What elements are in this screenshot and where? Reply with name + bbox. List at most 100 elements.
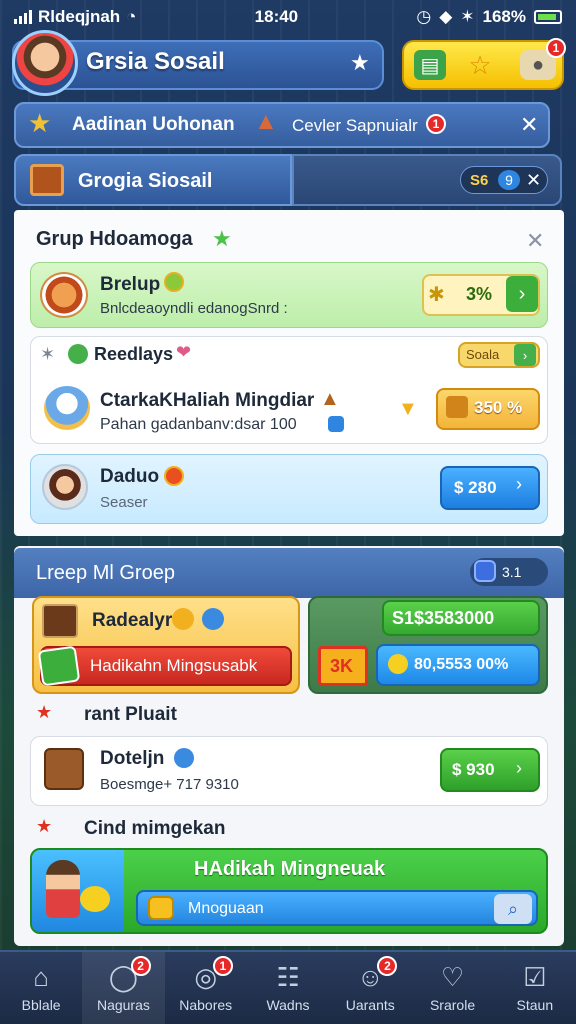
info-icon <box>328 416 344 432</box>
nav-label: Nabores <box>179 997 233 1013</box>
chevron-right-icon: › <box>516 474 522 494</box>
favorite-star-icon[interactable]: ★ <box>350 50 370 76</box>
nav-item-chat[interactable]: ◯ Naguras 2 <box>82 952 165 1024</box>
nav-item-games[interactable]: ◎ Nabores 1 <box>165 952 247 1024</box>
checklist-icon: ☑ <box>523 962 547 992</box>
group-counter-1: S6 <box>470 172 489 189</box>
status-left: Rldeqjnah ◔ <box>14 7 136 27</box>
section-star-icon: ★ <box>36 702 53 722</box>
lower-panel-title: Lreep Ml Groep <box>36 562 175 584</box>
nav-label: Uarants <box>345 997 395 1013</box>
status-time: 18:40 <box>254 7 299 26</box>
coin-stack-icon <box>148 896 174 920</box>
gift-card-title: HAdikah Mingneuak <box>194 858 386 880</box>
close-icon[interactable]: ✕ <box>526 228 544 254</box>
section-label-2: Cind mimgekan <box>84 818 226 839</box>
card3-subtitle: Seaser <box>100 494 148 511</box>
card1-value: 3% <box>466 284 493 304</box>
card1-subtitle: Bnlcdeaoyndli edanogSnrd : <box>100 300 288 317</box>
nav-label: Staun <box>516 997 554 1013</box>
barrel-icon <box>44 748 84 790</box>
trophy-icon: ★ <box>28 108 52 138</box>
offer-orange-title: Radealyr <box>92 610 173 631</box>
ticket-icon <box>37 645 81 687</box>
card1-title: Brelup <box>100 274 161 295</box>
character-avatar <box>46 860 80 918</box>
card2-subtitle: Pahan gadanbanv:dsar 100 <box>100 416 297 433</box>
chest-icon <box>446 396 468 418</box>
card3-value: $ 280 <box>454 478 497 497</box>
chest-icon: ▲ <box>254 108 278 135</box>
store-icon[interactable]: ▤ <box>414 50 446 80</box>
card4-subtitle: Boesmge+ 717 9310 <box>100 776 239 793</box>
bottom-nav: ⌂ Bblale ◯ Naguras 2 ◎ Nabores 1 ☷ Wadns… <box>0 950 576 1024</box>
star-reward-icon[interactable]: ☆ <box>464 50 496 80</box>
group-tab-label: Grogia Siosail <box>78 170 213 192</box>
arrow-down-icon: ▼ <box>398 398 418 420</box>
status-dot-icon <box>68 344 88 364</box>
header-title: Grsia Sosail <box>86 48 225 75</box>
star-icon: ★ <box>212 226 232 251</box>
nav-label: Srarole <box>429 997 476 1013</box>
nav-item-favorites[interactable]: ♡ Srarole <box>411 952 493 1024</box>
group-counter-2: 9 <box>498 170 520 190</box>
duck-icon <box>80 886 110 912</box>
nav-item-group[interactable]: ☺ Uarants 2 <box>329 952 411 1024</box>
nav-item-home[interactable]: ⌂ Bblale <box>0 952 82 1024</box>
offer-green-top-value: S1$3583000 <box>392 608 495 628</box>
nav-item-grid[interactable]: ☷ Wadns <box>247 952 329 1024</box>
card2-title: CtarkaKHaliah Mingdiar <box>100 390 315 411</box>
mascot-avatar <box>44 386 90 430</box>
notification-badge: 1 <box>546 38 566 58</box>
ball-icon <box>164 466 184 486</box>
card4-title: Doteljn <box>100 748 165 769</box>
chevron-right-icon[interactable]: › <box>514 344 536 366</box>
gift-search-text: Mnoguaan <box>188 900 264 917</box>
section-star-icon: ★ <box>36 816 53 836</box>
section-label-1: rant Pluait <box>84 704 177 725</box>
heart-icon: ♡ <box>440 962 465 992</box>
food-icon <box>40 272 88 318</box>
nav-notif-badge: 1 <box>212 956 233 976</box>
close-icon[interactable]: ✕ <box>526 170 541 191</box>
shield-icon: ◆ <box>439 7 453 26</box>
basket-icon: ▲ <box>320 388 340 410</box>
settings-icon: ✶ <box>40 344 56 364</box>
status-bar: Rldeqjnah ◔ 18:40 ◷ ◆ ✶ 168% <box>0 0 576 34</box>
nav-label: Naguras <box>96 997 150 1013</box>
card2-badge-label: Soala <box>466 347 500 362</box>
panel-title: Grup Hdoamoga <box>36 228 193 250</box>
nav-label: Bblale <box>21 997 61 1013</box>
search-icon[interactable]: ⌕ <box>494 894 532 924</box>
gem-count: 3.1 <box>502 564 522 580</box>
globe-icon <box>202 608 224 630</box>
building-icon <box>42 604 78 638</box>
ball-icon <box>164 272 184 292</box>
status-right: ◷ ◆ ✶ 168% <box>416 7 562 27</box>
bluetooth-icon: ✶ <box>460 7 475 26</box>
quest-right-label: Cevler Sapnuialr <box>292 116 418 135</box>
signal-icon <box>14 10 32 24</box>
card2-value: 350 % <box>474 398 523 417</box>
nav-item-tasks[interactable]: ☑ Staun <box>494 952 576 1024</box>
nav-notif-badge: 2 <box>377 956 398 976</box>
quest-left-label: Aadinan Uohonan <box>72 114 235 135</box>
medal-icon <box>388 654 408 674</box>
coin-icon <box>172 608 194 630</box>
gem-icon <box>474 560 496 582</box>
offer-red-label: Hadikahn Mingsusabk <box>90 656 258 675</box>
offer-green-bottom-value: 80,5553 00% <box>414 656 509 673</box>
group-crest-icon <box>30 164 64 196</box>
globe-icon <box>174 748 194 768</box>
chevron-right-icon[interactable]: › <box>506 276 538 312</box>
card2-label: Reedlays <box>94 344 174 364</box>
grid-icon: ☷ <box>276 962 300 992</box>
quest-notif-badge: 1 <box>426 114 446 134</box>
card4-value: $ 930 <box>452 760 495 779</box>
player-avatar[interactable] <box>12 30 78 96</box>
close-icon[interactable]: ✕ <box>520 112 538 138</box>
gift-icon: ❤ <box>176 342 192 362</box>
nav-notif-badge: 2 <box>130 956 151 976</box>
nav-label: Wadns <box>266 997 310 1013</box>
alarm-icon: ◷ <box>416 7 432 26</box>
